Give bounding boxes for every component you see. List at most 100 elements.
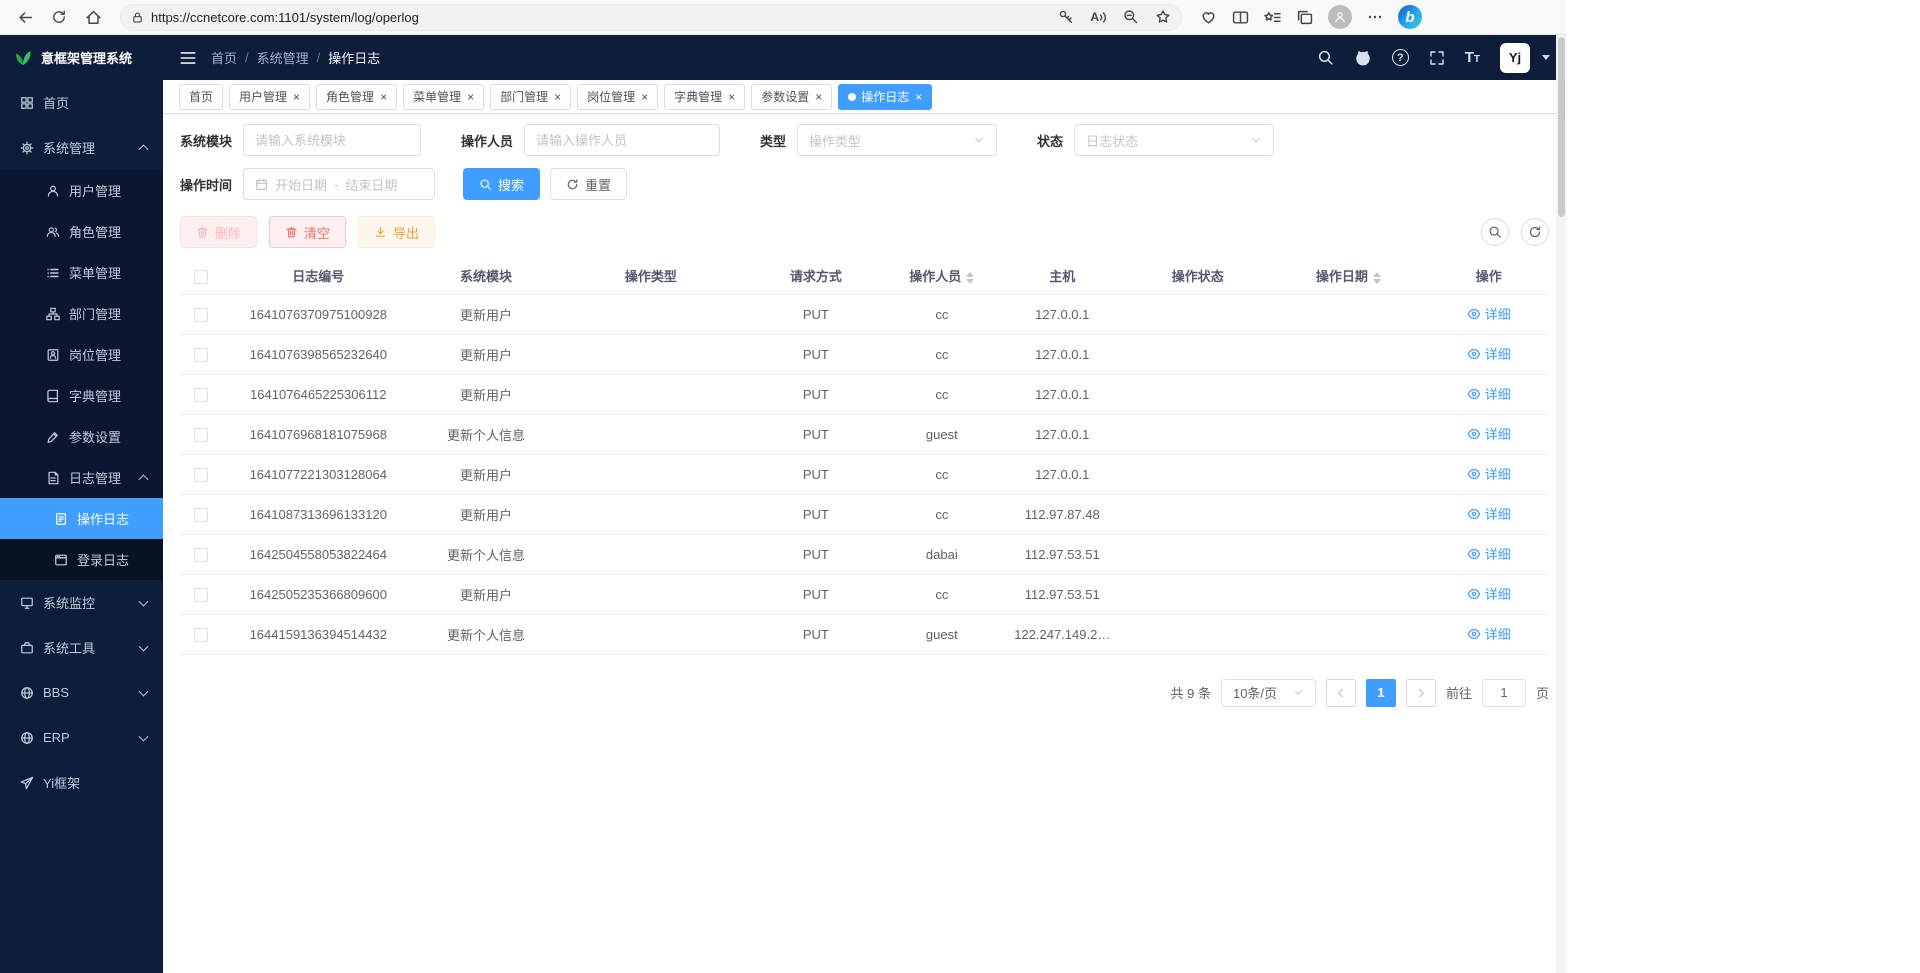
row-checkbox[interactable] bbox=[194, 468, 208, 482]
tab-user[interactable]: 用户管理× bbox=[229, 84, 310, 110]
close-icon[interactable]: × bbox=[641, 91, 648, 103]
operator-input[interactable] bbox=[536, 133, 708, 148]
row-checkbox[interactable] bbox=[194, 428, 208, 442]
fullscreen-icon[interactable] bbox=[1429, 50, 1445, 66]
sidebar-item-role[interactable]: 角色管理 bbox=[0, 211, 163, 252]
detail-link[interactable]: 详细 bbox=[1467, 424, 1511, 443]
goto-page-input[interactable] bbox=[1482, 679, 1526, 707]
search-button[interactable]: 搜索 bbox=[463, 168, 540, 200]
search-icon[interactable] bbox=[1317, 49, 1334, 66]
breadcrumb-home[interactable]: 首页 bbox=[211, 48, 237, 67]
sidebar-item-param[interactable]: 参数设置 bbox=[0, 416, 163, 457]
close-icon[interactable]: × bbox=[380, 91, 387, 103]
close-icon[interactable]: × bbox=[554, 91, 561, 103]
page-size-select[interactable]: 10条/页 bbox=[1221, 679, 1316, 707]
col-operator-sortable[interactable]: 操作人员 bbox=[886, 258, 997, 294]
more-options-icon[interactable] bbox=[1367, 9, 1383, 25]
delete-button[interactable]: 删除 bbox=[180, 216, 257, 248]
profile-avatar[interactable] bbox=[1328, 5, 1352, 29]
sidebar-item-monitor[interactable]: 系统监控 bbox=[0, 580, 163, 625]
clear-button[interactable]: 清空 bbox=[269, 216, 346, 248]
toggle-search-button[interactable] bbox=[1481, 218, 1509, 246]
detail-link[interactable]: 详细 bbox=[1467, 504, 1511, 523]
row-checkbox[interactable] bbox=[194, 308, 208, 322]
favorites-bar-icon[interactable] bbox=[1264, 9, 1281, 26]
copilot-icon[interactable] bbox=[1398, 5, 1422, 29]
row-checkbox[interactable] bbox=[194, 508, 208, 522]
sidebar-item-dept[interactable]: 部门管理 bbox=[0, 293, 163, 334]
module-input[interactable] bbox=[255, 133, 409, 148]
browser-refresh-button[interactable] bbox=[44, 3, 74, 31]
row-checkbox[interactable] bbox=[194, 348, 208, 362]
split-screen-icon[interactable] bbox=[1232, 9, 1249, 26]
export-button[interactable]: 导出 bbox=[358, 216, 435, 248]
address-bar[interactable]: https://ccnetcore.com:1101/system/log/op… bbox=[120, 4, 1182, 31]
tab-post[interactable]: 岗位管理× bbox=[577, 84, 658, 110]
prev-page-button[interactable] bbox=[1326, 679, 1356, 707]
row-checkbox[interactable] bbox=[194, 388, 208, 402]
breadcrumb-system[interactable]: 系统管理 bbox=[257, 48, 309, 67]
sidebar-item-loginlog[interactable]: 登录日志 bbox=[0, 539, 163, 580]
detail-link[interactable]: 详细 bbox=[1467, 624, 1511, 643]
font-size-icon[interactable] bbox=[1465, 49, 1480, 66]
tab-operlog[interactable]: 操作日志× bbox=[838, 84, 932, 110]
detail-link[interactable]: 详细 bbox=[1467, 544, 1511, 563]
date-range-picker[interactable]: 开始日期 - 结束日期 bbox=[243, 168, 435, 200]
close-icon[interactable]: × bbox=[915, 91, 922, 103]
collapse-sidebar-button[interactable] bbox=[179, 49, 197, 67]
sidebar-item-home[interactable]: 首页 bbox=[0, 80, 163, 125]
type-select[interactable]: 操作类型 bbox=[797, 124, 997, 156]
close-icon[interactable]: × bbox=[728, 91, 735, 103]
detail-link[interactable]: 详细 bbox=[1467, 464, 1511, 483]
browser-home-button[interactable] bbox=[78, 3, 108, 31]
sidebar-item-bbs[interactable]: BBS bbox=[0, 670, 163, 715]
sidebar-item-user[interactable]: 用户管理 bbox=[0, 170, 163, 211]
sidebar-item-erp[interactable]: ERP bbox=[0, 715, 163, 760]
tab-home[interactable]: 首页 bbox=[179, 84, 223, 110]
col-date-sortable[interactable]: 操作日期 bbox=[1268, 258, 1428, 294]
avatar-caret-icon[interactable] bbox=[1542, 55, 1550, 60]
read-aloud-icon[interactable]: A bbox=[1090, 11, 1107, 23]
select-all-checkbox[interactable] bbox=[194, 270, 208, 284]
sidebar-item-yiframe[interactable]: Yi框架 bbox=[0, 760, 163, 805]
row-checkbox[interactable] bbox=[194, 548, 208, 562]
favorite-star-icon[interactable] bbox=[1155, 9, 1171, 25]
github-icon[interactable] bbox=[1354, 49, 1372, 67]
row-checkbox[interactable] bbox=[194, 628, 208, 642]
tab-param[interactable]: 参数设置× bbox=[751, 84, 832, 110]
user-avatar[interactable]: Yj bbox=[1500, 43, 1530, 73]
close-icon[interactable]: × bbox=[815, 91, 822, 103]
browser-essentials-icon[interactable] bbox=[1200, 9, 1217, 26]
tab-menu[interactable]: 菜单管理× bbox=[403, 84, 484, 110]
col-status: 操作状态 bbox=[1127, 258, 1268, 294]
sidebar-item-system[interactable]: 系统管理 bbox=[0, 125, 163, 170]
password-key-icon[interactable] bbox=[1058, 9, 1074, 25]
status-select[interactable]: 日志状态 bbox=[1074, 124, 1274, 156]
sidebar-item-log[interactable]: 日志管理 bbox=[0, 457, 163, 498]
zoom-out-icon[interactable] bbox=[1123, 9, 1139, 25]
tab-role[interactable]: 角色管理× bbox=[316, 84, 397, 110]
vertical-scrollbar[interactable] bbox=[1556, 35, 1566, 973]
sidebar-item-operlog[interactable]: 操作日志 bbox=[0, 498, 163, 539]
scrollbar-thumb[interactable] bbox=[1558, 37, 1565, 217]
detail-link[interactable]: 详细 bbox=[1467, 344, 1511, 363]
detail-link[interactable]: 详细 bbox=[1467, 584, 1511, 603]
reset-button[interactable]: 重置 bbox=[550, 168, 627, 200]
sidebar-item-tools[interactable]: 系统工具 bbox=[0, 625, 163, 670]
detail-link[interactable]: 详细 bbox=[1467, 304, 1511, 323]
next-page-button[interactable] bbox=[1406, 679, 1436, 707]
tab-dict[interactable]: 字典管理× bbox=[664, 84, 745, 110]
sidebar-item-post[interactable]: 岗位管理 bbox=[0, 334, 163, 375]
sidebar-item-menu[interactable]: 菜单管理 bbox=[0, 252, 163, 293]
collections-icon[interactable] bbox=[1296, 9, 1313, 26]
sidebar-item-dict[interactable]: 字典管理 bbox=[0, 375, 163, 416]
row-checkbox[interactable] bbox=[194, 588, 208, 602]
help-icon[interactable] bbox=[1392, 49, 1409, 66]
browser-back-button[interactable] bbox=[10, 3, 40, 31]
detail-link[interactable]: 详细 bbox=[1467, 384, 1511, 403]
close-icon[interactable]: × bbox=[293, 91, 300, 103]
refresh-table-button[interactable] bbox=[1521, 218, 1549, 246]
tab-dept[interactable]: 部门管理× bbox=[490, 84, 571, 110]
page-number-button[interactable]: 1 bbox=[1366, 679, 1396, 707]
close-icon[interactable]: × bbox=[467, 91, 474, 103]
